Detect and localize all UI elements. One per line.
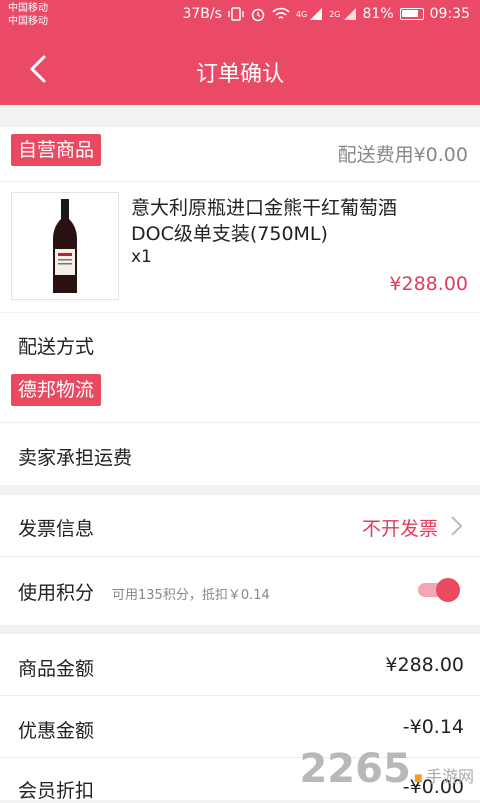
divider	[0, 181, 480, 182]
watermark-logo: 2265.手游网	[299, 746, 474, 792]
wine-bottle-icon	[12, 193, 118, 299]
status-bar: 中国移动 中国移动 37B/s 4G 2G 81% 09:35	[0, 0, 480, 32]
delivery-carrier-tag[interactable]: 德邦物流	[11, 374, 101, 406]
points-toggle[interactable]	[418, 578, 460, 602]
delivery-section: 配送方式 德邦物流 卖家承担运费	[0, 313, 480, 485]
points-row: 使用积分 可用135积分，抵扣￥0.14	[0, 557, 480, 625]
status-icons: 37B/s 4G 2G 81% 09:35	[182, 6, 470, 22]
battery-icon	[400, 8, 424, 20]
page-title: 订单确认	[0, 56, 480, 88]
shipping-note: 卖家承担运费	[18, 443, 132, 470]
carrier-info: 中国移动 中国移动	[8, 2, 48, 28]
battery-percent: 81%	[363, 6, 394, 22]
alarm-icon	[250, 6, 266, 22]
points-hint: 可用135积分，抵扣￥0.14	[112, 584, 270, 603]
nav-bar: 订单确认	[0, 32, 480, 105]
carrier-1: 中国移动	[8, 2, 48, 15]
options-section: 发票信息 不开发票 使用积分 可用135积分，抵扣￥0.14	[0, 495, 480, 625]
product-name-line2: DOC级单支装(750ML)	[131, 221, 397, 247]
signal-icon-1	[309, 7, 323, 21]
chevron-right-icon	[450, 515, 464, 537]
signal-icon-2	[343, 7, 357, 21]
product-name-line1: 意大利原瓶进口金熊干红葡萄酒	[131, 195, 397, 221]
product-image[interactable]	[11, 192, 119, 300]
watermark-site: 手游网	[426, 767, 474, 786]
store-section: 自营商品 配送费用¥0.00 意大利原瓶进口金熊干红葡萄酒 DOC级单支装(75…	[0, 127, 480, 312]
carrier-2: 中国移动	[8, 15, 48, 28]
invoice-row[interactable]: 发票信息 不开发票	[0, 495, 480, 557]
network-type-2: 2G	[329, 10, 340, 19]
clock: 09:35	[430, 6, 470, 22]
points-label: 使用积分	[18, 578, 94, 605]
member-discount-label: 会员折扣	[18, 776, 94, 803]
goods-amount-row: 商品金额 ¥288.00	[0, 634, 480, 696]
watermark-dot: .	[411, 746, 426, 792]
invoice-label: 发票信息	[18, 514, 94, 541]
product-price: ¥288.00	[389, 273, 468, 295]
product-name[interactable]: 意大利原瓶进口金熊干红葡萄酒 DOC级单支装(750ML)	[131, 195, 397, 247]
network-speed: 37B/s	[182, 6, 221, 22]
goods-amount-value: ¥288.00	[385, 654, 464, 676]
shipping-fee: 配送费用¥0.00	[338, 140, 468, 167]
wifi-icon	[272, 7, 290, 21]
discount-label: 优惠金额	[18, 716, 94, 743]
divider	[0, 422, 480, 423]
watermark-number: 2265	[299, 746, 410, 792]
discount-value: -¥0.14	[403, 716, 464, 738]
product-quantity: x1	[131, 247, 152, 267]
self-operated-tag: 自营商品	[11, 134, 101, 166]
vibrate-icon	[228, 6, 244, 22]
invoice-value: 不开发票	[362, 514, 438, 541]
delivery-label: 配送方式	[18, 332, 94, 359]
network-type-1: 4G	[296, 10, 307, 19]
goods-amount-label: 商品金额	[18, 654, 94, 681]
